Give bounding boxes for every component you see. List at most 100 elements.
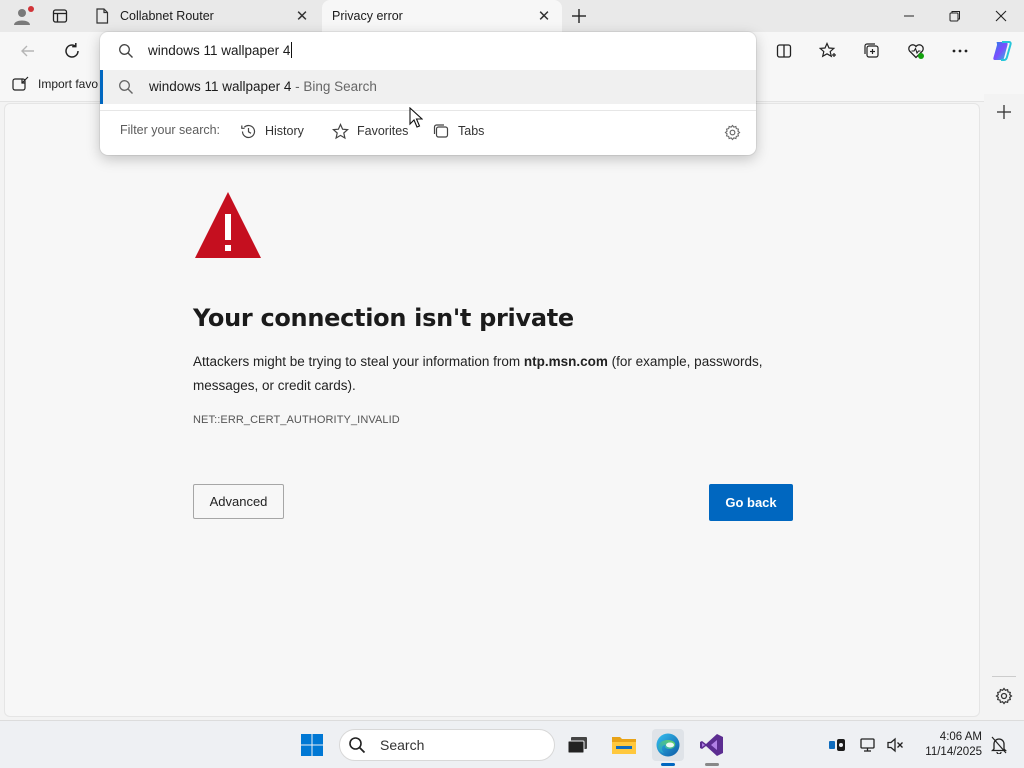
visual-studio-button[interactable] — [696, 729, 728, 761]
close-icon[interactable]: ✕ — [294, 8, 310, 25]
tray-app-icon — [829, 739, 845, 751]
search-icon — [119, 44, 133, 58]
task-view-icon — [567, 737, 587, 754]
import-favorites-button[interactable]: Import favo — [12, 76, 98, 92]
mouse-cursor-icon — [409, 107, 423, 128]
page-content: Your connection isn't private Attackers … — [4, 103, 980, 717]
filter-history-label: History — [265, 124, 304, 138]
edge-taskbar-button[interactable] — [652, 729, 684, 761]
system-clock[interactable]: 4:06 AM 11/14/2025 — [906, 730, 982, 760]
tab-actions-icon — [52, 9, 68, 23]
error-host: ntp.msn.com — [523, 354, 608, 369]
refresh-button[interactable] — [58, 37, 86, 65]
file-explorer-button[interactable] — [608, 729, 640, 761]
error-description-text: Attackers might be trying to steal your … — [193, 354, 524, 369]
task-view-button[interactable] — [562, 729, 594, 761]
filter-favorites-label: Favorites — [357, 124, 409, 138]
browser-essentials-button[interactable] — [902, 37, 930, 65]
gear-icon — [724, 124, 740, 140]
sidebar-settings-button[interactable] — [992, 684, 1016, 708]
start-button[interactable] — [296, 729, 328, 761]
error-description: Attackers might be trying to steal your … — [193, 350, 803, 398]
gear-icon — [995, 687, 1013, 705]
restore-button[interactable] — [932, 0, 978, 32]
close-icon[interactable]: ✕ — [536, 8, 552, 25]
volume-muted-icon — [887, 737, 903, 753]
close-icon — [995, 10, 1007, 22]
history-icon — [241, 124, 256, 138]
error-code: NET::ERR_CERT_AUTHORITY_INVALID — [193, 414, 400, 426]
address-bar-dropdown: windows 11 wallpaper 4 windows 11 wallpa… — [100, 32, 756, 155]
tray-app-button[interactable] — [828, 736, 846, 754]
notification-bell-icon — [991, 736, 1007, 754]
back-icon — [21, 45, 34, 57]
vs-running-indicator — [705, 763, 719, 766]
notification-dot — [28, 6, 34, 12]
more-button[interactable] — [946, 37, 974, 65]
warning-icon — [195, 192, 261, 258]
edge-icon — [656, 733, 680, 757]
tab-actions-button[interactable] — [48, 4, 72, 28]
search-suggestion[interactable]: windows 11 wallpaper 4 - Bing Search — [100, 70, 756, 104]
suggestion-text: windows 11 wallpaper 4 - Bing Search — [149, 79, 377, 94]
address-input-text: windows 11 wallpaper 4 — [148, 43, 291, 58]
filter-tabs-label: Tabs — [458, 124, 485, 138]
taskbar: Search 4:06 AM 11/14/2025 — [0, 720, 1024, 768]
suggestion-query: windows 11 wallpaper 4 — [149, 79, 292, 94]
copilot-button[interactable] — [988, 37, 1016, 65]
address-bar[interactable]: windows 11 wallpaper 4 — [100, 32, 756, 70]
plus-icon — [572, 9, 586, 23]
tab-title: Collabnet Router — [120, 9, 214, 23]
minimize-icon — [904, 15, 914, 17]
tabs-icon — [433, 123, 449, 138]
volume-button[interactable] — [886, 736, 904, 754]
error-title: Your connection isn't private — [193, 304, 574, 332]
edge-active-indicator — [661, 763, 675, 766]
network-button[interactable] — [860, 736, 878, 754]
favorites-button[interactable] — [814, 37, 842, 65]
taskbar-search[interactable]: Search — [339, 729, 555, 761]
split-screen-button[interactable] — [770, 37, 798, 65]
search-icon — [348, 736, 366, 754]
star-icon — [332, 122, 349, 139]
tab-collabnet-router[interactable]: Collabnet Router ✕ — [84, 0, 320, 32]
filter-history-button[interactable]: History — [240, 120, 304, 142]
windows-start-icon — [301, 734, 323, 756]
filter-label: Filter your search: — [120, 123, 221, 137]
minimize-button[interactable] — [886, 0, 932, 32]
profile-button[interactable] — [8, 4, 36, 28]
notifications-button[interactable] — [990, 736, 1008, 754]
browser-essentials-icon — [908, 44, 924, 59]
split-screen-icon — [776, 44, 792, 58]
title-bar: Collabnet Router ✕ Privacy error ✕ — [0, 0, 1024, 32]
collections-button[interactable] — [858, 37, 886, 65]
go-back-button[interactable]: Go back — [709, 484, 793, 521]
tab-privacy-error[interactable]: Privacy error ✕ — [322, 0, 562, 32]
sidebar — [984, 94, 1024, 720]
restore-icon — [949, 11, 960, 22]
collections-icon — [864, 43, 879, 58]
dropdown-divider — [100, 110, 756, 111]
sidebar-divider — [992, 676, 1016, 677]
advanced-button[interactable]: Advanced — [193, 484, 284, 519]
tab-title: Privacy error — [332, 9, 403, 23]
visual-studio-icon — [700, 734, 723, 756]
filter-favorites-button[interactable]: Favorites — [332, 120, 408, 142]
close-window-button[interactable] — [978, 0, 1024, 32]
new-tab-button[interactable] — [568, 5, 590, 27]
import-icon — [12, 76, 29, 91]
refresh-icon — [65, 43, 79, 58]
text-caret — [291, 42, 293, 58]
plus-icon — [997, 105, 1011, 119]
sidebar-add-button[interactable] — [994, 102, 1014, 122]
address-input[interactable]: windows 11 wallpaper 4 — [148, 42, 293, 58]
filter-tabs-button[interactable]: Tabs — [433, 120, 484, 142]
favorites-icon — [819, 42, 836, 58]
search-settings-button[interactable] — [722, 122, 742, 142]
clock-time: 4:06 AM — [939, 731, 982, 743]
back-button[interactable] — [14, 37, 42, 65]
file-explorer-icon — [612, 737, 636, 754]
network-icon — [860, 738, 875, 752]
taskbar-search-label: Search — [380, 737, 425, 753]
copilot-icon — [993, 41, 1012, 61]
